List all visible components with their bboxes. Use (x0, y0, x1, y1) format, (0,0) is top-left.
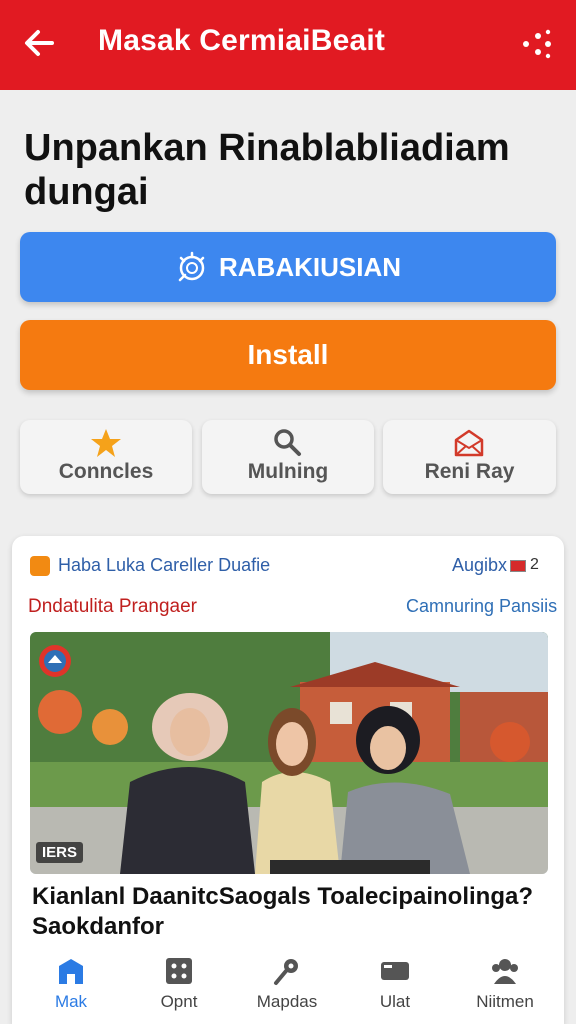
story-photo[interactable]: IERS (30, 632, 548, 874)
tile-conncles[interactable]: Conncles (20, 420, 192, 494)
channel-logo-icon (39, 645, 71, 677)
grid-icon (166, 958, 192, 984)
section-link[interactable]: Camnuring Pansiis (406, 596, 557, 617)
nav-label: Mak (54, 992, 88, 1011)
quick-actions: Conncles Mulning Reni Ray (20, 420, 556, 494)
tile-label: Mulning (247, 460, 329, 483)
nav-item-mak[interactable]: Mak (16, 956, 126, 1012)
nav-label: Mapdas (256, 992, 318, 1011)
tile-mulning[interactable]: Mulning (202, 420, 374, 494)
install-label: Install (247, 339, 329, 370)
nav-label: Opnt (160, 992, 198, 1011)
tv-icon (381, 962, 409, 980)
envelope-icon (454, 429, 484, 457)
nav-item-ulat[interactable]: Ulat (340, 956, 450, 1012)
people-icon (492, 959, 518, 984)
page-title: Unpankan Rinablabliadiam dungai (24, 127, 510, 213)
story-title[interactable]: Kianlanl DaanitcSaogals Toalecipainoling… (32, 882, 552, 942)
category-label[interactable]: Dndatulita Prangaer (28, 596, 197, 618)
meta-label: Augibx (452, 555, 508, 575)
badge-gear-icon (178, 251, 205, 282)
nav-item-mapdas[interactable]: Mapdas (232, 956, 342, 1012)
flag-icon (510, 560, 526, 572)
tile-label: Conncles (58, 460, 154, 483)
arrow-left-icon[interactable] (22, 26, 56, 60)
tile-label: Reni Ray (424, 460, 515, 483)
bottom-navigation: Mak Opnt Mapdas Ulat Niitmen (12, 950, 564, 1024)
primary-action-label: RABAKIUSIAN (219, 251, 401, 282)
share-dots-icon[interactable] (518, 26, 554, 62)
home-icon (59, 959, 83, 984)
nav-item-niitmen[interactable]: Niitmen (450, 956, 560, 1012)
source-logo-icon (30, 556, 50, 576)
primary-action-button[interactable]: RABAKIUSIAN (20, 232, 556, 302)
count-label: 2 (530, 556, 539, 573)
install-button[interactable]: Install (20, 320, 556, 390)
app-bar: Masak CermiaiBeait (0, 0, 576, 90)
search-icon (274, 429, 301, 456)
star-icon (91, 429, 121, 457)
nav-item-opnt[interactable]: Opnt (124, 956, 234, 1012)
source-name: Haba Luka Careller Duafie (58, 555, 271, 575)
tile-reni-ray[interactable]: Reni Ray (383, 420, 556, 494)
photo-badge: IERS (36, 842, 84, 863)
nav-label: Ulat (379, 992, 411, 1011)
photo-illustration (30, 632, 548, 874)
nav-label: Niitmen (476, 992, 534, 1011)
app-title: Masak CermiaiBeait (98, 24, 386, 57)
map-pin-icon (274, 959, 298, 985)
